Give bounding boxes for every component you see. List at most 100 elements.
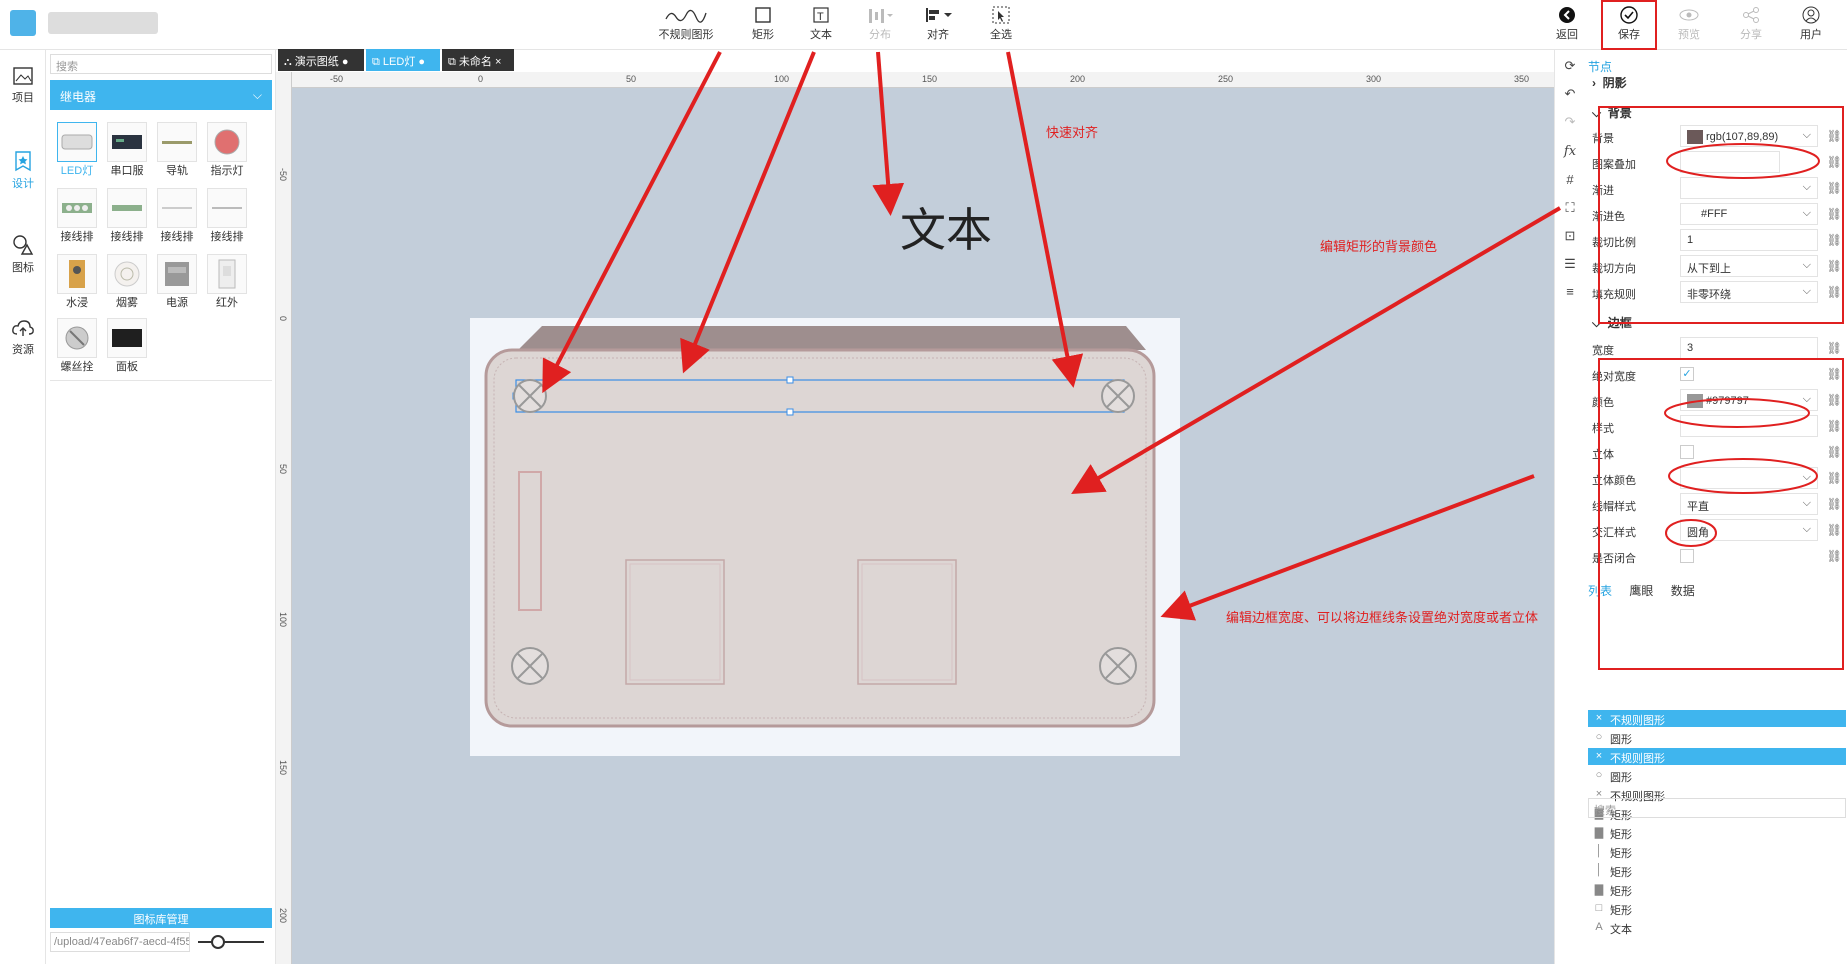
rectangle-icon xyxy=(746,4,780,26)
redo-icon[interactable]: ↷ xyxy=(1561,114,1579,132)
layer-type-icon: │ xyxy=(1595,845,1603,857)
function-icon[interactable]: fx xyxy=(1561,144,1579,162)
back-icon xyxy=(1550,4,1584,26)
upload-path-field[interactable]: /upload/47eab6f7-aecd-4f55-b29 xyxy=(50,932,190,952)
annotation-quick-align: 快速对齐 xyxy=(1046,125,1099,140)
component-terminal-4[interactable]: 接线排 xyxy=(204,188,250,244)
smoke-sensor-thumbnail xyxy=(107,254,147,294)
layer-search-input[interactable]: 搜索 xyxy=(1588,798,1846,818)
align-icon xyxy=(918,4,958,26)
component-terminal-2[interactable]: 接线排 xyxy=(104,188,150,244)
text-icon: T xyxy=(804,4,838,26)
led-thumbnail xyxy=(57,122,97,162)
layer-type-icon: A xyxy=(1595,921,1603,933)
border-width-input[interactable]: 3 xyxy=(1680,337,1818,359)
align-tool[interactable]: 对齐 xyxy=(918,4,958,46)
layer-label: 圆形 xyxy=(1610,772,1632,784)
text-tool[interactable]: T 文本 xyxy=(804,4,838,46)
canvas-text-element[interactable]: 文本 xyxy=(900,194,992,260)
layer-list-item[interactable]: A 文本 xyxy=(1588,919,1846,936)
device-body[interactable] xyxy=(484,348,1156,728)
nav-design[interactable]: 设计 xyxy=(0,150,46,191)
infrared-thumbnail xyxy=(207,254,247,294)
annotation-edit-border: 编辑边框宽度、可以将边框线条设置绝对宽度或者立体 xyxy=(1226,610,1539,625)
tab-untitled[interactable]: ⧉ 未命名 × xyxy=(442,49,514,71)
link-icon[interactable]: ⛓ xyxy=(1827,341,1842,355)
layer-list-item[interactable]: □ 矩形 xyxy=(1588,900,1846,917)
screw-top-right[interactable] xyxy=(1101,379,1135,413)
component-search-input[interactable]: 搜索 xyxy=(50,54,272,74)
nav-project[interactable]: 项目 xyxy=(0,66,46,105)
layer-label: 矩形 xyxy=(1610,848,1632,860)
nav-icons[interactable]: 图标 xyxy=(0,234,46,275)
back-button[interactable]: 返回 xyxy=(1550,4,1584,46)
distribute-tool[interactable]: 分布 xyxy=(860,4,900,46)
layer-type-icon: ▇ xyxy=(1594,884,1604,896)
screw-bottom-right[interactable] xyxy=(1099,647,1137,685)
section-shadow[interactable]: › 阴影 xyxy=(1592,74,1627,91)
layer-label: 圆形 xyxy=(1610,734,1632,746)
component-led[interactable]: LED灯 xyxy=(54,122,100,178)
user-button[interactable]: 用户 xyxy=(1794,4,1828,46)
screw-bottom-left[interactable] xyxy=(511,647,549,685)
component-screw[interactable]: 螺丝拴 xyxy=(54,318,100,374)
share-icon xyxy=(1734,4,1768,26)
grid-icon[interactable]: # xyxy=(1561,172,1579,190)
irregular-shape-tool[interactable]: 不规则图形 xyxy=(658,4,714,46)
rectangle-tool[interactable]: 矩形 xyxy=(746,4,780,46)
layer-list-item[interactable]: × 不规则图形 xyxy=(1588,748,1846,765)
component-power[interactable]: 电源 xyxy=(154,254,200,310)
layer-icon[interactable]: ☰ xyxy=(1561,256,1579,274)
share-button[interactable]: 分享 xyxy=(1734,4,1768,46)
distribute-icon xyxy=(860,4,900,26)
component-panel: 搜索 继电器 ⌵ LED灯 串口服 导轨 指示灯 接线排 接线排 接线排 接线排… xyxy=(46,50,276,964)
layer-list-item[interactable]: ○ 圆形 xyxy=(1588,729,1846,746)
library-manager-button[interactable]: 图标库管理 xyxy=(50,908,272,928)
drawing-canvas[interactable]: 文本 xyxy=(276,72,1554,964)
terminal-thumbnail xyxy=(207,188,247,228)
category-header[interactable]: 继电器 ⌵ xyxy=(50,80,272,110)
design-icon xyxy=(15,151,31,172)
annotation-box-border xyxy=(1598,358,1844,670)
component-infrared[interactable]: 红外 xyxy=(204,254,250,310)
component-indicator[interactable]: 指示灯 xyxy=(204,122,250,178)
screw-top-left[interactable] xyxy=(513,379,547,413)
component-water[interactable]: 水浸 xyxy=(54,254,100,310)
component-panel[interactable]: 面板 xyxy=(104,318,150,374)
editor-app: 不规则图形 矩形 T 文本 分布 对齐 全选 返回 保存 预览 分享 用户 项目… xyxy=(0,0,1847,964)
component-serial[interactable]: 串口服 xyxy=(104,122,150,178)
zoom-slider[interactable] xyxy=(196,934,266,950)
save-highlight-box xyxy=(1601,0,1657,50)
refresh-icon[interactable]: ⟳ xyxy=(1561,58,1579,76)
resize-handle[interactable] xyxy=(786,376,794,384)
layer-list-item[interactable]: ▇ 矩形 xyxy=(1588,881,1846,898)
component-terminal-3[interactable]: 接线排 xyxy=(154,188,200,244)
layer-label: 矩形 xyxy=(1610,867,1632,879)
layer-list-item[interactable]: │ 矩形 xyxy=(1588,862,1846,879)
component-terminal-1[interactable]: 接线排 xyxy=(54,188,100,244)
ruler-left: -50 0 50 100 150 200 xyxy=(276,72,292,964)
nav-resources[interactable]: 资源 xyxy=(0,318,46,357)
resize-handle[interactable] xyxy=(786,408,794,416)
component-smoke[interactable]: 烟雾 xyxy=(104,254,150,310)
close-icon[interactable]: × xyxy=(495,56,501,68)
layer-type-icon: □ xyxy=(1595,902,1603,914)
divider xyxy=(50,380,272,381)
layer-list-item[interactable]: │ 矩形 xyxy=(1588,843,1846,860)
list-icon[interactable]: ≡ xyxy=(1561,284,1579,302)
undo-icon[interactable]: ↶ xyxy=(1561,86,1579,104)
tab-demo-drawing[interactable]: ⛬ 演示图纸 ● xyxy=(278,49,364,71)
layer-type-icon: │ xyxy=(1595,864,1603,876)
tab-led[interactable]: ⧉ LED灯 ● xyxy=(366,49,440,71)
terminal-thumbnail xyxy=(57,188,97,228)
chevron-down-icon: ⌵ xyxy=(252,88,262,102)
preview-button[interactable]: 预览 xyxy=(1672,4,1706,46)
rail-thumbnail xyxy=(157,122,197,162)
select-all-tool[interactable]: 全选 xyxy=(984,4,1018,46)
layer-list-item[interactable]: ○ 圆形 xyxy=(1588,767,1846,784)
layer-list-item[interactable]: ▇ 矩形 xyxy=(1588,824,1846,841)
fit-screen-icon[interactable]: ⛶ xyxy=(1561,200,1579,218)
component-rail[interactable]: 导轨 xyxy=(154,122,200,178)
layer-list-item[interactable]: × 不规则图形 xyxy=(1588,710,1846,727)
group-icon[interactable]: ⊡ xyxy=(1561,228,1579,246)
